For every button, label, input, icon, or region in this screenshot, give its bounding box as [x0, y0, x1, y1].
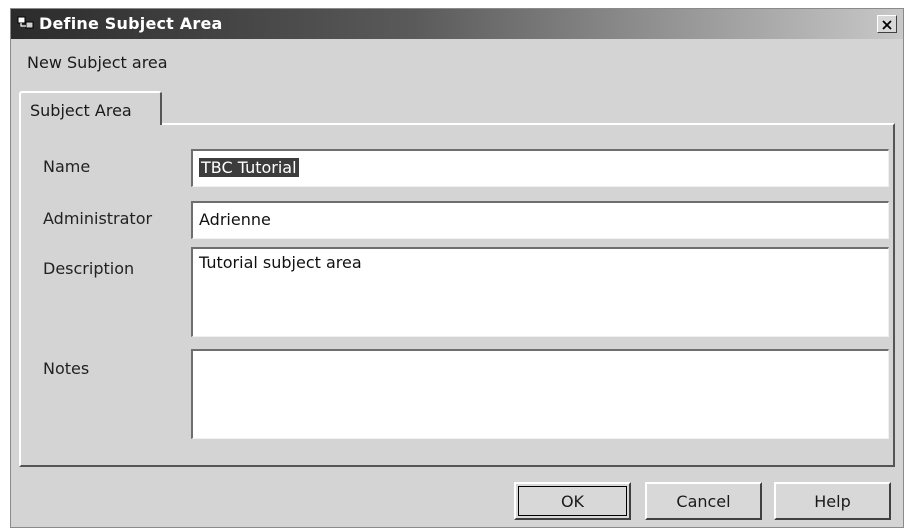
notes-field[interactable]: [191, 349, 889, 439]
close-icon: [882, 15, 892, 34]
description-field[interactable]: Tutorial subject area: [191, 247, 889, 337]
help-button[interactable]: Help: [774, 482, 891, 520]
define-subject-area-dialog: Define Subject Area New Subject area Sub…: [10, 8, 904, 528]
notes-label: Notes: [43, 359, 90, 378]
ok-button[interactable]: OK: [514, 482, 631, 520]
dialog-title: Define Subject Area: [39, 14, 223, 33]
description-label: Description: [43, 259, 135, 278]
name-value: TBC Tutorial: [199, 158, 299, 177]
cancel-button[interactable]: Cancel: [645, 482, 762, 520]
administrator-value: Adrienne: [199, 210, 271, 229]
name-field[interactable]: TBC Tutorial: [191, 149, 889, 187]
administrator-label: Administrator: [43, 209, 153, 228]
title-bar[interactable]: Define Subject Area: [11, 9, 903, 39]
subject-area-panel: Name TBC Tutorial Administrator Adrienne…: [19, 123, 895, 467]
description-value: Tutorial subject area: [199, 253, 362, 272]
name-label: Name: [43, 157, 91, 176]
administrator-field[interactable]: Adrienne: [191, 201, 889, 239]
close-button[interactable]: [877, 15, 897, 33]
dialog-subtitle: New Subject area: [27, 53, 168, 72]
tab-subject-area[interactable]: Subject Area: [19, 91, 162, 125]
app-window-icon: [17, 16, 35, 32]
